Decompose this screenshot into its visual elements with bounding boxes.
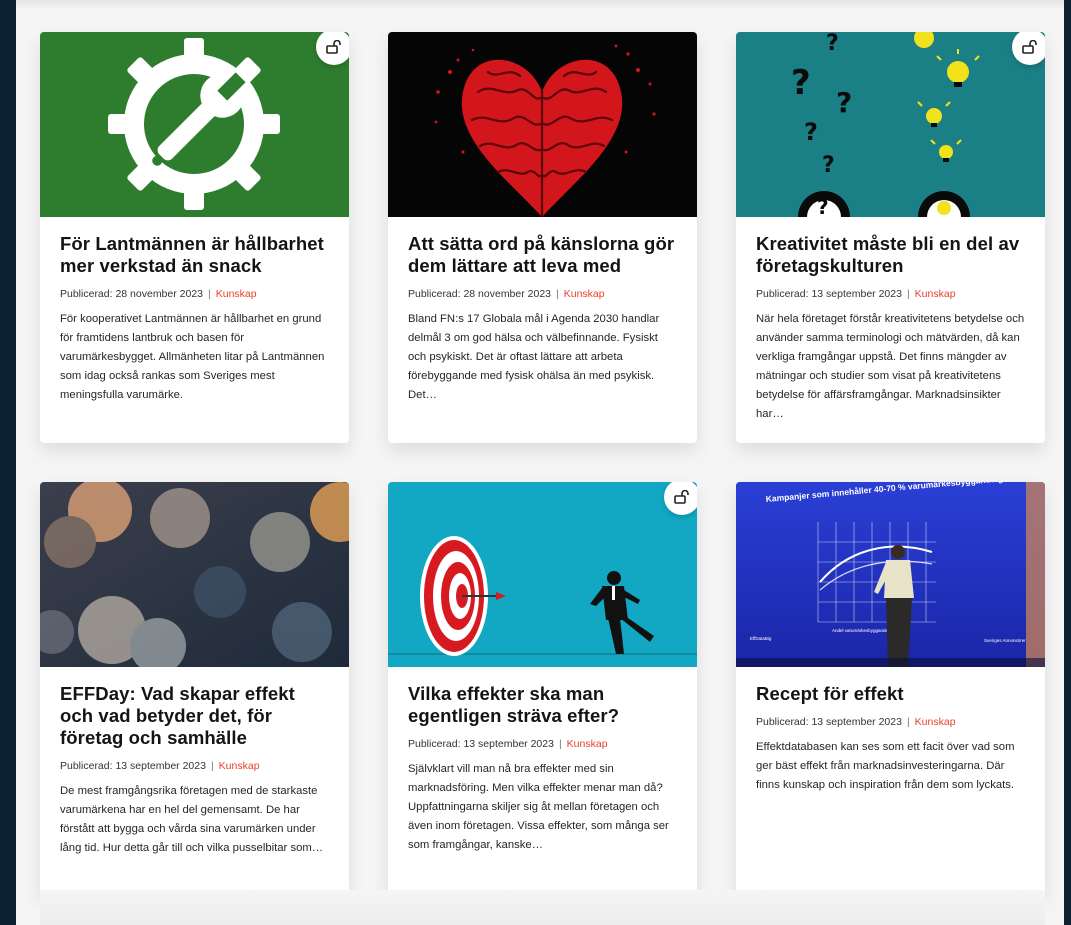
article-card[interactable]: ? ? ? ? ? ? Kreativitet måste bli en del… bbox=[736, 32, 1045, 443]
article-title[interactable]: Kreativitet måste bli en del av företags… bbox=[756, 233, 1025, 277]
article-meta: Publicerad: 13 september 2023 | Kunskap bbox=[60, 759, 329, 773]
slide-logo-left: EffDataBig bbox=[750, 636, 772, 641]
svg-text:?: ? bbox=[804, 118, 818, 146]
slide-xlabel: Andel varumärkesbyggande bbox=[832, 628, 889, 633]
publish-date: Publicerad: 13 september 2023 bbox=[756, 716, 902, 728]
target-image bbox=[388, 482, 697, 667]
publish-date: Publicerad: 13 september 2023 bbox=[408, 738, 554, 750]
red-heart-brain-illustration[interactable] bbox=[388, 32, 697, 217]
meta-separator: | bbox=[558, 738, 562, 750]
meta-separator: | bbox=[906, 716, 910, 728]
article-excerpt: De mest framgångsrika företagen med de s… bbox=[60, 785, 324, 854]
svg-text:?: ? bbox=[822, 153, 835, 178]
category-link[interactable]: Kunskap bbox=[219, 760, 260, 772]
gear-wrench-illustration[interactable] bbox=[40, 32, 349, 217]
category-link[interactable]: Kunskap bbox=[915, 716, 956, 728]
presentation-image: Kampanjer som innehåller 40-70 % varumär… bbox=[736, 482, 1045, 667]
slide-logo-right: Sveriges Annonsörer bbox=[984, 638, 1026, 643]
svg-text:?: ? bbox=[826, 32, 839, 56]
category-link[interactable]: Kunskap bbox=[564, 288, 605, 300]
unlock-icon[interactable] bbox=[664, 482, 697, 515]
svg-text:?: ? bbox=[817, 195, 829, 217]
article-excerpt: För kooperativet Lantmännen är hållbarhe… bbox=[60, 313, 325, 401]
publish-date: Publicerad: 13 september 2023 bbox=[60, 760, 206, 772]
unlock-icon[interactable] bbox=[1012, 32, 1045, 65]
article-card[interactable]: Att sätta ord på känslorna gör dem lätta… bbox=[388, 32, 697, 443]
bokeh-image bbox=[40, 482, 349, 667]
target-arrow-businessman-illustration[interactable] bbox=[388, 482, 697, 667]
article-title[interactable]: Vilka effekter ska man egentligen sträva… bbox=[408, 683, 677, 727]
article-grid: För Lantmännen är hållbarhet mer verksta… bbox=[40, 32, 1045, 894]
article-card[interactable]: Kampanjer som innehåller 40-70 % varumär… bbox=[736, 482, 1045, 894]
article-card[interactable]: EFFDay: Vad skapar effekt och vad betyde… bbox=[40, 482, 349, 894]
article-card[interactable]: Vilka effekter ska man egentligen sträva… bbox=[388, 482, 697, 894]
article-title[interactable]: Recept för effekt bbox=[756, 683, 1025, 705]
presentation-stage-photo[interactable]: Kampanjer som innehåller 40-70 % varumär… bbox=[736, 482, 1045, 667]
meta-separator: | bbox=[210, 760, 214, 772]
article-card[interactable]: För Lantmännen är hållbarhet mer verksta… bbox=[40, 32, 349, 443]
article-excerpt: Självklart vill man nå bra effekter med … bbox=[408, 763, 669, 851]
article-excerpt: Bland FN:s 17 Globala mål i Agenda 2030 … bbox=[408, 313, 660, 401]
publish-date: Publicerad: 28 november 2023 bbox=[408, 288, 552, 300]
article-excerpt: Effektdatabasen kan ses som ett facit öv… bbox=[756, 741, 1015, 791]
publish-date: Publicerad: 13 september 2023 bbox=[756, 288, 902, 300]
article-meta: Publicerad: 28 november 2023 | Kunskap bbox=[60, 287, 329, 301]
svg-text:?: ? bbox=[836, 86, 852, 119]
category-link[interactable]: Kunskap bbox=[567, 738, 608, 750]
heart-brain-image bbox=[388, 32, 697, 217]
meta-separator: | bbox=[906, 288, 910, 300]
ideas-image: ? ? ? ? ? ? bbox=[736, 32, 1045, 217]
gear-wrench-image bbox=[40, 32, 349, 217]
meta-separator: | bbox=[556, 288, 559, 300]
article-meta: Publicerad: 13 september 2023 | Kunskap bbox=[756, 287, 1025, 301]
article-meta: Publicerad: 13 september 2023 | Kunskap bbox=[756, 715, 1025, 729]
publish-date: Publicerad: 28 november 2023 bbox=[60, 288, 204, 300]
article-title[interactable]: För Lantmännen är hållbarhet mer verksta… bbox=[60, 233, 329, 277]
article-meta: Publicerad: 13 september 2023 | Kunskap bbox=[408, 737, 677, 751]
meta-separator: | bbox=[208, 288, 211, 300]
category-link[interactable]: Kunskap bbox=[915, 288, 956, 300]
article-title[interactable]: Att sätta ord på känslorna gör dem lätta… bbox=[408, 233, 677, 277]
article-title[interactable]: EFFDay: Vad skapar effekt och vad betyde… bbox=[60, 683, 329, 749]
article-listing-page: För Lantmännen är hållbarhet mer verksta… bbox=[16, 0, 1064, 925]
unlock-icon[interactable] bbox=[316, 32, 349, 65]
question-marks-lightbulbs-illustration[interactable]: ? ? ? ? ? ? bbox=[736, 32, 1045, 217]
article-meta: Publicerad: 28 november 2023 | Kunskap bbox=[408, 287, 677, 301]
svg-text:?: ? bbox=[791, 63, 811, 103]
article-excerpt: När hela företaget förstår kreativiteten… bbox=[756, 313, 1025, 420]
next-row-hint bbox=[40, 890, 1045, 925]
bokeh-lights-photo[interactable] bbox=[40, 482, 349, 667]
category-link[interactable]: Kunskap bbox=[216, 288, 257, 300]
top-edge-shadow bbox=[16, 0, 1064, 10]
